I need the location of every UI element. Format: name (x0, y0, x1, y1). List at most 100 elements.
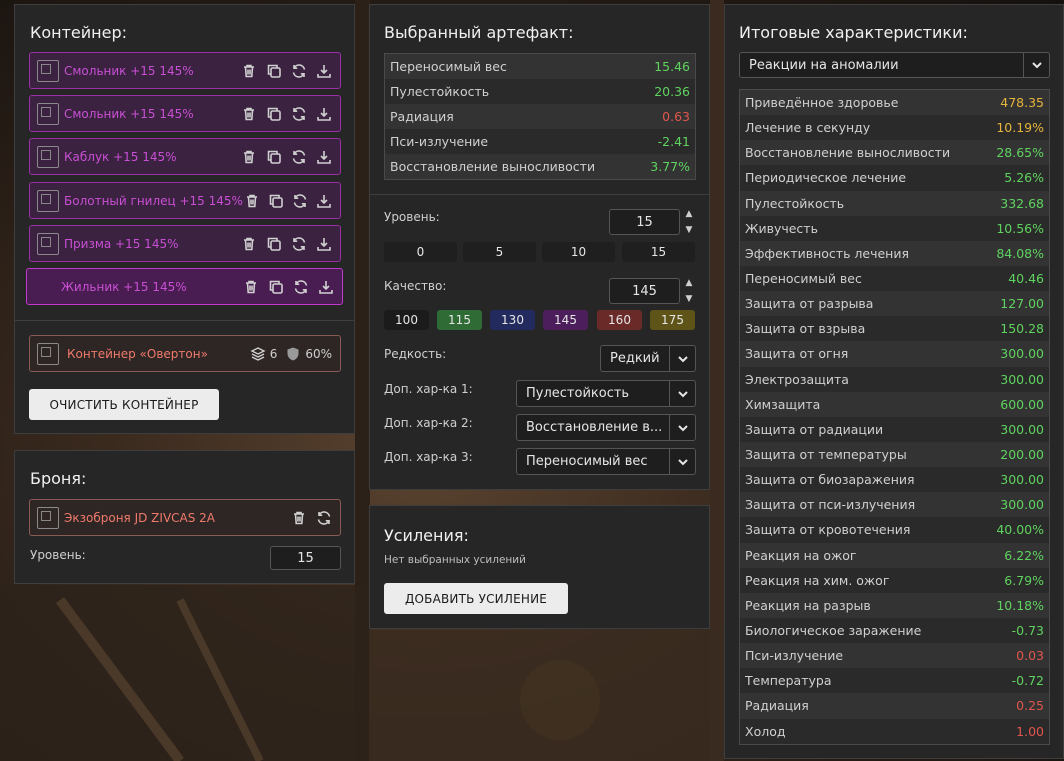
armor-panel: Броня: Экзоброня JD ZIVCAS 2A Уровень: 1… (14, 450, 355, 584)
extra1-select[interactable]: Пулестойкость (516, 380, 696, 407)
level-preset-button[interactable]: 0 (384, 242, 457, 262)
stat-value: 5.26% (1004, 170, 1044, 186)
final-stat-row: Приведённое здоровье 478.35 (740, 90, 1049, 116)
quality-stepper[interactable]: ▲ ▼ (683, 278, 695, 304)
chevron-up-icon[interactable]: ▲ (686, 278, 693, 288)
level-preset-button[interactable]: 10 (542, 242, 615, 262)
armor-name: Экзоброня JD ZIVCAS 2A (64, 510, 216, 525)
stat-name: Температура (745, 673, 832, 689)
extra2-select[interactable]: Восстановление в... (516, 414, 696, 441)
download-icon[interactable] (316, 192, 333, 210)
stat-name: Защита от температуры (745, 447, 907, 463)
stat-name: Защита от биозаражения (745, 472, 915, 488)
copy-icon[interactable] (265, 235, 283, 253)
final-stat-row: Защита от температуры 200.00 (740, 441, 1049, 468)
final-stat-row: Переносимый вес 40.46 (740, 265, 1049, 292)
stat-name: Эффективность лечения (745, 245, 910, 261)
refresh-icon[interactable] (290, 62, 308, 80)
artifact-image (37, 102, 59, 125)
quality-preset-button[interactable]: 115 (437, 310, 482, 330)
final-stat-row: Защита от радиации 300.00 (740, 416, 1049, 442)
refresh-icon[interactable] (290, 148, 308, 166)
armor-item[interactable]: Экзоброня JD ZIVCAS 2A (29, 499, 341, 536)
quality-input[interactable]: 145 (609, 278, 680, 304)
final-stat-row: Пси-излучение 0.03 (740, 643, 1049, 669)
final-stat-row: Реакция на ожог 6.22% (740, 542, 1049, 568)
copy-icon[interactable] (267, 278, 285, 296)
level-input[interactable]: 15 (609, 209, 680, 235)
stat-value: 10.56% (996, 220, 1044, 236)
refresh-icon[interactable] (290, 105, 308, 123)
final-stat-row: Лечение в секунду 10.19% (740, 115, 1049, 141)
copy-icon[interactable] (267, 192, 284, 210)
copy-icon[interactable] (265, 105, 283, 123)
trash-icon[interactable] (240, 105, 258, 123)
trash-icon[interactable] (290, 509, 308, 527)
stat-value: 6.79% (1004, 572, 1044, 588)
final-stat-row: Восстановление выносливости 28.65% (740, 140, 1049, 166)
artifact-item[interactable]: Болотный гнилец +15 145% (29, 182, 341, 219)
quality-preset-button[interactable]: 130 (490, 310, 535, 330)
trash-icon[interactable] (240, 148, 258, 166)
copy-icon[interactable] (265, 62, 283, 80)
level-preset-button[interactable]: 5 (463, 242, 536, 262)
artifact-image (37, 232, 59, 255)
final-stats-filter-select[interactable]: Реакции на аномалии (739, 52, 1050, 78)
quality-preset-button[interactable]: 100 (384, 310, 429, 330)
refresh-icon[interactable] (292, 278, 310, 296)
stat-name: Защита от кровотечения (745, 522, 911, 538)
download-icon[interactable] (315, 105, 333, 123)
artifact-name: Болотный гнилец +15 145% (64, 193, 243, 208)
stat-value: 3.77% (650, 159, 690, 174)
stat-value: 10.18% (996, 597, 1044, 613)
chevron-down-icon[interactable]: ▼ (686, 225, 693, 235)
stat-value: 0.63 (662, 109, 690, 124)
quality-preset-button[interactable]: 175 (650, 310, 695, 330)
trash-icon[interactable] (240, 235, 258, 253)
stat-name: Реакция на ожог (745, 547, 857, 563)
add-boost-button[interactable]: Добавить усиление (384, 583, 568, 614)
artifact-item-selected[interactable]: Жильник +15 145% (26, 268, 343, 305)
rarity-select[interactable]: Редкий (600, 345, 696, 372)
refresh-icon[interactable] (291, 192, 308, 210)
chevron-up-icon[interactable]: ▲ (686, 209, 693, 219)
stat-value: 28.65% (996, 145, 1044, 161)
trash-icon[interactable] (242, 278, 260, 296)
extra3-select[interactable]: Переносимый вес (516, 448, 696, 475)
armor-level-input[interactable]: 15 (270, 546, 341, 570)
extra2-select-value: Восстановление в... (526, 420, 663, 435)
container-item[interactable]: Контейнер «Овертон» 6 60% (29, 335, 341, 372)
artifact-item[interactable]: Каблук +15 145% (29, 138, 341, 175)
container-protection: 60% (285, 346, 332, 362)
artifact-stat-row: Пси-излучение -2.41 (385, 129, 695, 154)
artifact-item[interactable]: Смольник +15 145% (29, 52, 341, 89)
final-stat-row: Защита от разрыва 127.00 (740, 291, 1049, 317)
stat-value: 20.36 (654, 84, 690, 99)
stat-name: Холод (745, 723, 786, 739)
refresh-icon[interactable] (290, 235, 308, 253)
chevron-down-icon[interactable]: ▼ (686, 294, 693, 304)
final-stats-table: Приведённое здоровье 478.35 Лечение в секу… (739, 89, 1050, 745)
download-icon[interactable] (315, 62, 333, 80)
stat-value: -0.73 (1011, 623, 1044, 639)
quality-preset-button[interactable]: 160 (597, 310, 642, 330)
refresh-icon[interactable] (315, 509, 333, 527)
level-preset-button[interactable]: 15 (622, 242, 695, 262)
artifact-stats-table: Переносимый вес 15.46 Пулестойкость 20.36 … (384, 53, 696, 180)
download-icon[interactable] (317, 278, 335, 296)
container-title: Контейнер: (30, 23, 128, 42)
artifact-item[interactable]: Смольник +15 145% (29, 95, 341, 132)
artifact-item[interactable]: Призма +15 145% (29, 225, 341, 262)
quality-preset-button[interactable]: 145 (543, 310, 588, 330)
copy-icon[interactable] (265, 148, 283, 166)
download-icon[interactable] (315, 235, 333, 253)
clear-container-button[interactable]: Очистить контейнер (29, 389, 219, 420)
artifact-name: Жильник +15 145% (61, 279, 187, 294)
artifact-stat-row: Радиация 0.63 (385, 104, 695, 129)
trash-icon[interactable] (240, 62, 258, 80)
download-icon[interactable] (315, 148, 333, 166)
stat-name: Живучесть (745, 220, 818, 236)
trash-icon[interactable] (243, 192, 260, 210)
container-panel: Контейнер: Смольник +15 145% Смольник +1… (14, 4, 355, 434)
level-stepper[interactable]: ▲ ▼ (683, 209, 695, 235)
